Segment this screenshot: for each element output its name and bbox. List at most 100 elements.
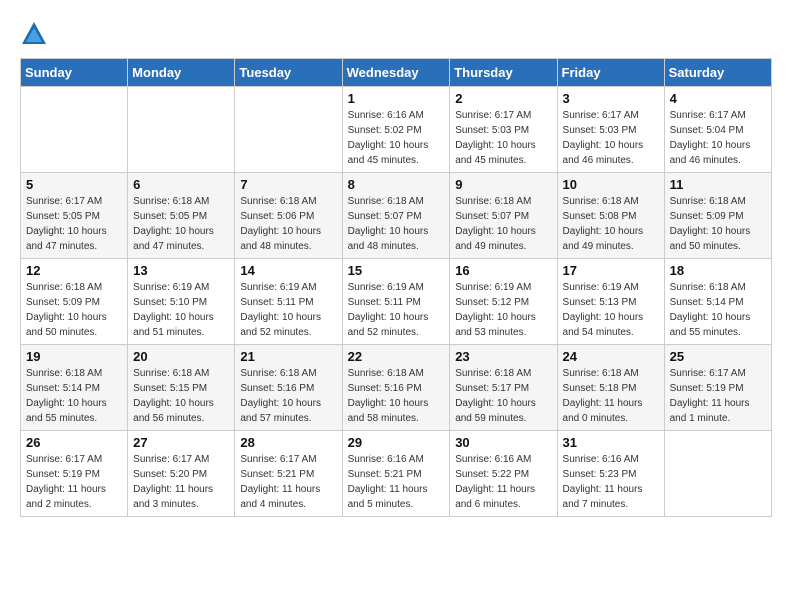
calendar-cell: 2 Sunrise: 6:17 AM Sunset: 5:03 PM Daylig… <box>450 87 557 173</box>
day-number: 18 <box>670 263 766 278</box>
calendar-cell: 16Sunrise: 6:19 AM Sunset: 5:12 PM Dayli… <box>450 259 557 345</box>
calendar: SundayMondayTuesdayWednesdayThursdayFrid… <box>20 58 772 517</box>
calendar-cell: 20Sunrise: 6:18 AM Sunset: 5:15 PM Dayli… <box>128 345 235 431</box>
calendar-cell: 13 Sunrise: 6:19 AM Sunset: 5:10 PM Dayli… <box>128 259 235 345</box>
calendar-cell: 27 Sunrise: 6:17 AM Sunset: 5:20 PM Dayli… <box>128 431 235 517</box>
day-number: 14 <box>240 263 336 278</box>
day-number: 26 <box>26 435 122 450</box>
day-number: 23 <box>455 349 551 364</box>
day-info: Sunrise: 6:17 AM Sunset: 5:19 PM Dayligh… <box>670 366 766 426</box>
calendar-cell: 29Sunrise: 6:16 AM Sunset: 5:21 PM Dayli… <box>342 431 450 517</box>
day-number: 2 <box>455 91 551 106</box>
day-info: Sunrise: 6:19 AM Sunset: 5:11 PM Dayligh… <box>240 280 336 340</box>
calendar-cell: 30 Sunrise: 6:16 AM Sunset: 5:22 PM Dayli… <box>450 431 557 517</box>
day-number: 10 <box>563 177 659 192</box>
calendar-week-row: 26 Sunrise: 6:17 AM Sunset: 5:19 PM Dayli… <box>21 431 772 517</box>
day-number: 9 <box>455 177 551 192</box>
day-number: 15 <box>348 263 445 278</box>
day-number: 5 <box>26 177 122 192</box>
day-info: Sunrise: 6:18 AM Sunset: 5:16 PM Dayligh… <box>348 366 445 426</box>
calendar-cell: 3Sunrise: 6:17 AM Sunset: 5:03 PM Daylig… <box>557 87 664 173</box>
weekday-header-monday: Monday <box>128 59 235 87</box>
day-number: 13 <box>133 263 229 278</box>
calendar-week-row: 5 Sunrise: 6:17 AM Sunset: 5:05 PM Daylig… <box>21 173 772 259</box>
calendar-cell: 10Sunrise: 6:18 AM Sunset: 5:08 PM Dayli… <box>557 173 664 259</box>
calendar-cell: 11 Sunrise: 6:18 AM Sunset: 5:09 PM Dayli… <box>664 173 771 259</box>
day-number: 17 <box>563 263 659 278</box>
day-info: Sunrise: 6:18 AM Sunset: 5:05 PM Dayligh… <box>133 194 229 254</box>
calendar-cell: 24 Sunrise: 6:18 AM Sunset: 5:18 PM Dayli… <box>557 345 664 431</box>
calendar-cell: 15 Sunrise: 6:19 AM Sunset: 5:11 PM Dayli… <box>342 259 450 345</box>
calendar-cell: 31 Sunrise: 6:16 AM Sunset: 5:23 PM Dayli… <box>557 431 664 517</box>
calendar-cell: 4 Sunrise: 6:17 AM Sunset: 5:04 PM Daylig… <box>664 87 771 173</box>
calendar-cell: 22 Sunrise: 6:18 AM Sunset: 5:16 PM Dayli… <box>342 345 450 431</box>
day-info: Sunrise: 6:16 AM Sunset: 5:02 PM Dayligh… <box>348 108 445 168</box>
day-number: 27 <box>133 435 229 450</box>
day-info: Sunrise: 6:16 AM Sunset: 5:23 PM Dayligh… <box>563 452 659 512</box>
weekday-header-row: SundayMondayTuesdayWednesdayThursdayFrid… <box>21 59 772 87</box>
weekday-header-thursday: Thursday <box>450 59 557 87</box>
day-info: Sunrise: 6:18 AM Sunset: 5:15 PM Dayligh… <box>133 366 229 426</box>
calendar-cell <box>235 87 342 173</box>
calendar-cell: 18 Sunrise: 6:18 AM Sunset: 5:14 PM Dayli… <box>664 259 771 345</box>
day-info: Sunrise: 6:17 AM Sunset: 5:20 PM Dayligh… <box>133 452 229 512</box>
weekday-header-saturday: Saturday <box>664 59 771 87</box>
calendar-cell: 26 Sunrise: 6:17 AM Sunset: 5:19 PM Dayli… <box>21 431 128 517</box>
day-number: 8 <box>348 177 445 192</box>
day-info: Sunrise: 6:18 AM Sunset: 5:14 PM Dayligh… <box>26 366 122 426</box>
day-info: Sunrise: 6:18 AM Sunset: 5:09 PM Dayligh… <box>26 280 122 340</box>
day-number: 4 <box>670 91 766 106</box>
day-info: Sunrise: 6:18 AM Sunset: 5:16 PM Dayligh… <box>240 366 336 426</box>
calendar-cell: 14 Sunrise: 6:19 AM Sunset: 5:11 PM Dayli… <box>235 259 342 345</box>
logo <box>20 20 50 48</box>
calendar-cell <box>128 87 235 173</box>
logo-icon <box>20 20 48 48</box>
weekday-header-wednesday: Wednesday <box>342 59 450 87</box>
day-info: Sunrise: 6:18 AM Sunset: 5:14 PM Dayligh… <box>670 280 766 340</box>
day-info: Sunrise: 6:17 AM Sunset: 5:19 PM Dayligh… <box>26 452 122 512</box>
calendar-cell: 1 Sunrise: 6:16 AM Sunset: 5:02 PM Daylig… <box>342 87 450 173</box>
day-number: 31 <box>563 435 659 450</box>
day-info: Sunrise: 6:17 AM Sunset: 5:04 PM Dayligh… <box>670 108 766 168</box>
day-info: Sunrise: 6:17 AM Sunset: 5:03 PM Dayligh… <box>455 108 551 168</box>
weekday-header-tuesday: Tuesday <box>235 59 342 87</box>
day-number: 30 <box>455 435 551 450</box>
day-number: 28 <box>240 435 336 450</box>
calendar-week-row: 12 Sunrise: 6:18 AM Sunset: 5:09 PM Dayli… <box>21 259 772 345</box>
day-info: Sunrise: 6:19 AM Sunset: 5:10 PM Dayligh… <box>133 280 229 340</box>
day-number: 22 <box>348 349 445 364</box>
day-info: Sunrise: 6:18 AM Sunset: 5:09 PM Dayligh… <box>670 194 766 254</box>
calendar-cell: 17 Sunrise: 6:19 AM Sunset: 5:13 PM Dayli… <box>557 259 664 345</box>
day-info: Sunrise: 6:17 AM Sunset: 5:05 PM Dayligh… <box>26 194 122 254</box>
day-info: Sunrise: 6:18 AM Sunset: 5:07 PM Dayligh… <box>348 194 445 254</box>
day-info: Sunrise: 6:18 AM Sunset: 5:17 PM Dayligh… <box>455 366 551 426</box>
day-info: Sunrise: 6:18 AM Sunset: 5:18 PM Dayligh… <box>563 366 659 426</box>
calendar-week-row: 1 Sunrise: 6:16 AM Sunset: 5:02 PM Daylig… <box>21 87 772 173</box>
calendar-cell: 23 Sunrise: 6:18 AM Sunset: 5:17 PM Dayli… <box>450 345 557 431</box>
day-info: Sunrise: 6:19 AM Sunset: 5:13 PM Dayligh… <box>563 280 659 340</box>
day-number: 1 <box>348 91 445 106</box>
header <box>20 20 772 48</box>
day-info: Sunrise: 6:18 AM Sunset: 5:06 PM Dayligh… <box>240 194 336 254</box>
day-number: 11 <box>670 177 766 192</box>
day-number: 6 <box>133 177 229 192</box>
calendar-week-row: 19 Sunrise: 6:18 AM Sunset: 5:14 PM Dayli… <box>21 345 772 431</box>
day-number: 12 <box>26 263 122 278</box>
day-info: Sunrise: 6:17 AM Sunset: 5:21 PM Dayligh… <box>240 452 336 512</box>
day-info: Sunrise: 6:16 AM Sunset: 5:22 PM Dayligh… <box>455 452 551 512</box>
day-info: Sunrise: 6:17 AM Sunset: 5:03 PM Dayligh… <box>563 108 659 168</box>
calendar-cell: 28 Sunrise: 6:17 AM Sunset: 5:21 PM Dayli… <box>235 431 342 517</box>
day-number: 24 <box>563 349 659 364</box>
calendar-cell: 21 Sunrise: 6:18 AM Sunset: 5:16 PM Dayli… <box>235 345 342 431</box>
day-number: 21 <box>240 349 336 364</box>
calendar-cell: 7Sunrise: 6:18 AM Sunset: 5:06 PM Daylig… <box>235 173 342 259</box>
calendar-cell: 25Sunrise: 6:17 AM Sunset: 5:19 PM Dayli… <box>664 345 771 431</box>
calendar-cell: 12 Sunrise: 6:18 AM Sunset: 5:09 PM Dayli… <box>21 259 128 345</box>
day-number: 19 <box>26 349 122 364</box>
day-info: Sunrise: 6:19 AM Sunset: 5:12 PM Dayligh… <box>455 280 551 340</box>
calendar-cell <box>21 87 128 173</box>
day-info: Sunrise: 6:16 AM Sunset: 5:21 PM Dayligh… <box>348 452 445 512</box>
calendar-cell: 5 Sunrise: 6:17 AM Sunset: 5:05 PM Daylig… <box>21 173 128 259</box>
weekday-header-sunday: Sunday <box>21 59 128 87</box>
day-info: Sunrise: 6:19 AM Sunset: 5:11 PM Dayligh… <box>348 280 445 340</box>
